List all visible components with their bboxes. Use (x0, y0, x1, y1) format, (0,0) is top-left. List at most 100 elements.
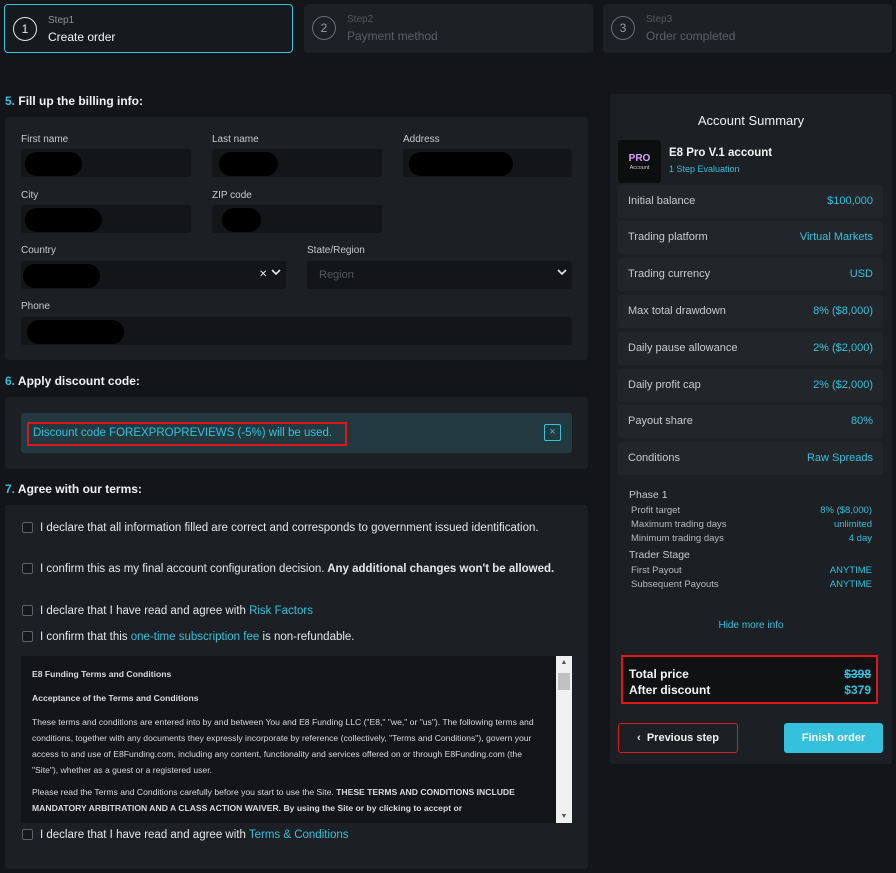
first-name-label: First name (21, 134, 69, 145)
scroll-thumb[interactable] (558, 673, 570, 690)
row-label: Daily pause allowance (628, 342, 738, 354)
row-label: Trading platform (628, 231, 708, 243)
summary-row: Trading platform Virtual Markets (618, 221, 883, 254)
row-value: ANYTIME (829, 565, 872, 576)
phase-row: Minimum trading days 4 day (631, 533, 872, 544)
step-number: 3 (611, 16, 635, 40)
step-2[interactable]: 2 Step2 Payment method (304, 4, 593, 53)
row-value: 2% ($2,000) (813, 342, 873, 354)
term-terms-conditions: I declare that I have read and agree wit… (40, 828, 560, 843)
row-value: 4 day (848, 533, 872, 544)
state-placeholder: Region (319, 269, 354, 281)
row-value: unlimited (833, 519, 872, 530)
clear-icon[interactable]: ✕ (259, 269, 267, 280)
summary-row: Daily profit cap 2% ($2,000) (618, 369, 883, 402)
row-value: Virtual Markets (799, 231, 873, 243)
step-number: 1 (13, 17, 37, 41)
checkbox-terms-conditions[interactable] (22, 829, 33, 840)
step-label: Payment method (347, 29, 438, 43)
term-text: I declare that I have read and agree wit… (40, 605, 250, 617)
subscription-fee-link[interactable]: one-time subscription fee (131, 631, 259, 643)
step-1[interactable]: 1 Step1 Create order (4, 4, 293, 53)
phase-title: Phase 1 (629, 489, 668, 501)
term-risk-factors: I declare that I have read and agree wit… (40, 604, 560, 619)
chevron-left-icon: ‹ (637, 732, 641, 744)
summary-row: Conditions Raw Spreads (618, 442, 883, 475)
row-label: Max total drawdown (628, 305, 726, 317)
phone-label: Phone (21, 301, 50, 312)
price-box: Total price $398 After discount $379 (621, 655, 878, 704)
terms-conditions-link[interactable]: Terms & Conditions (249, 829, 349, 841)
section-number: 7. (5, 482, 16, 496)
trader-stage-title: Trader Stage (629, 549, 690, 561)
term-non-refundable: I confirm that this one-time subscriptio… (40, 630, 560, 645)
redacted-value (25, 152, 82, 176)
terms-doc-paragraph: Please read the Terms and Conditions car… (32, 784, 547, 816)
terms-doc-paragraph: These terms and conditions are entered i… (32, 717, 534, 775)
discount-section-title: 6. Apply discount code: (5, 374, 140, 388)
city-label: City (21, 190, 39, 201)
redacted-value (409, 152, 513, 176)
step-label: Create order (48, 30, 116, 44)
country-label: Country (21, 245, 57, 256)
logo-text: PRO (628, 153, 651, 164)
account-subtitle: 1 Step Evaluation (669, 164, 740, 174)
row-label: Subsequent Payouts (631, 579, 719, 590)
total-price-value: $398 (844, 667, 871, 681)
scroll-up-icon[interactable]: ▲ (556, 659, 572, 666)
row-label: Payout share (628, 415, 693, 427)
section-number: 5. (5, 94, 16, 108)
step-number: 2 (312, 16, 336, 40)
checkbox-non-refundable[interactable] (22, 631, 33, 642)
terms-document[interactable]: E8 Funding Terms and Conditions Acceptan… (21, 656, 572, 823)
row-value: 80% (850, 415, 873, 427)
state-label: State/Region (307, 245, 365, 256)
terms-doc-subheading: Acceptance of the Terms and Conditions (32, 693, 199, 703)
row-value: Raw Spreads (806, 452, 873, 464)
phase-row: Profit target 8% ($8,000) (631, 505, 872, 516)
checkbox-identification[interactable] (22, 522, 33, 533)
term-identification: I declare that all information filled ar… (40, 522, 539, 534)
term-final-config: I confirm this as my final account confi… (40, 562, 560, 577)
remove-discount-button[interactable]: × (544, 424, 561, 441)
risk-factors-link[interactable]: Risk Factors (249, 605, 313, 617)
redacted-value (27, 320, 124, 344)
chevron-down-icon[interactable] (271, 268, 281, 279)
trader-row: First Payout ANYTIME (631, 565, 872, 576)
terms-scrollbar[interactable]: ▲ ▼ (556, 656, 572, 823)
term-bold-text: Any additional changes won't be allowed. (324, 563, 555, 575)
after-discount-value: $379 (844, 683, 871, 697)
chevron-down-icon[interactable] (557, 268, 567, 279)
redacted-value (219, 152, 278, 176)
term-text: I confirm this as my final account confi… (40, 563, 325, 575)
step-caption: Step3 (646, 14, 673, 25)
summary-row: Max total drawdown 8% ($8,000) (618, 295, 883, 328)
step-caption: Step2 (347, 14, 374, 25)
summary-row: Initial balance $100,000 (618, 185, 883, 218)
button-label: Previous step (646, 732, 719, 744)
redacted-value (23, 264, 100, 288)
summary-row: Trading currency USD (618, 258, 883, 291)
previous-step-button[interactable]: ‹ Previous step (618, 723, 738, 753)
pro-account-logo: PRO Account (618, 140, 661, 183)
hide-more-info-link[interactable]: Hide more info (610, 620, 892, 631)
section-title-text: Apply discount code: (17, 374, 140, 388)
row-value: $100,000 (827, 195, 873, 207)
terms-section-title: 7. Agree with our terms: (5, 482, 142, 496)
section-title-text: Agree with our terms: (17, 482, 142, 496)
redacted-value (222, 208, 261, 232)
terms-doc-text: Please read the Terms and Conditions car… (32, 787, 337, 797)
row-label: Conditions (628, 452, 680, 464)
checkbox-risk-factors[interactable] (22, 605, 33, 616)
checkbox-final-config[interactable] (22, 563, 33, 574)
last-name-label: Last name (212, 134, 259, 145)
term-text: I declare that I have read and agree wit… (40, 829, 249, 841)
account-name: E8 Pro V.1 account (669, 147, 773, 159)
total-price-label: Total price (629, 667, 689, 681)
finish-order-button[interactable]: Finish order (784, 723, 883, 753)
step-3[interactable]: 3 Step3 Order completed (603, 4, 892, 53)
section-title-text: Fill up the billing info: (18, 94, 143, 108)
zip-label: ZIP code (212, 190, 252, 201)
scroll-down-icon[interactable]: ▼ (556, 813, 572, 820)
step-caption: Step1 (48, 15, 75, 26)
